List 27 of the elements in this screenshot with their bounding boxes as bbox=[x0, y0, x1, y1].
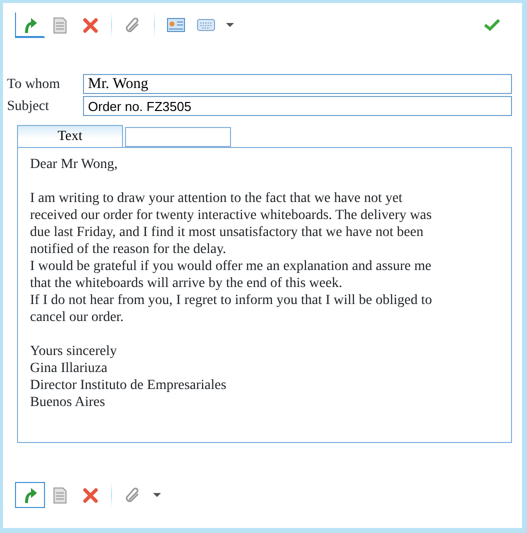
contact-card-icon bbox=[167, 18, 185, 32]
letter-paragraph: I would be grateful if you would offer me an explanation and assure me that the whiteboards will arrive by the end of this week. bbox=[30, 258, 432, 292]
tab[interactable] bbox=[125, 127, 231, 147]
paperclip-icon bbox=[125, 17, 141, 33]
letter-paragraph: Yours sincerely Gina Illariuza Director Instituto de Empresariales Buenos Aires bbox=[30, 343, 228, 411]
reply-arrow-button[interactable] bbox=[15, 12, 45, 38]
caret-icon bbox=[225, 22, 235, 28]
delete-icon bbox=[82, 488, 98, 502]
text-field[interactable]: Order no. FZ3505 bbox=[83, 96, 512, 116]
text-field[interactable]: Mr. Wong bbox=[83, 74, 512, 94]
message-body[interactable] bbox=[17, 147, 512, 443]
letter-paragraph: If I do not hear from you, I regret to inform you that I will be obliged to cancel our order. bbox=[30, 292, 434, 326]
reply-arrow-icon bbox=[22, 16, 38, 34]
document-icon bbox=[53, 486, 67, 504]
paperclip-icon bbox=[125, 487, 141, 503]
checkmark-icon bbox=[484, 18, 500, 32]
field-label: To whom bbox=[6, 76, 62, 94]
document-icon bbox=[53, 16, 67, 34]
field-label: Subject bbox=[6, 98, 50, 116]
reply-arrow-icon bbox=[22, 486, 38, 504]
reply-arrow-button[interactable] bbox=[15, 482, 45, 508]
keyboard-icon bbox=[197, 19, 215, 31]
tab[interactable]: Text bbox=[17, 125, 123, 147]
letter-paragraph: Dear Mr Wong, bbox=[30, 156, 119, 173]
caret-icon bbox=[152, 492, 162, 498]
delete-icon bbox=[82, 18, 98, 32]
letter-paragraph: I am writing to draw your attention to the fact that we have not yet received our order for twenty interactive whiteboards. The delivery was due last Friday, and I find it most unsatisfactory that we have not been notified of the reason for the delay. bbox=[30, 190, 433, 258]
